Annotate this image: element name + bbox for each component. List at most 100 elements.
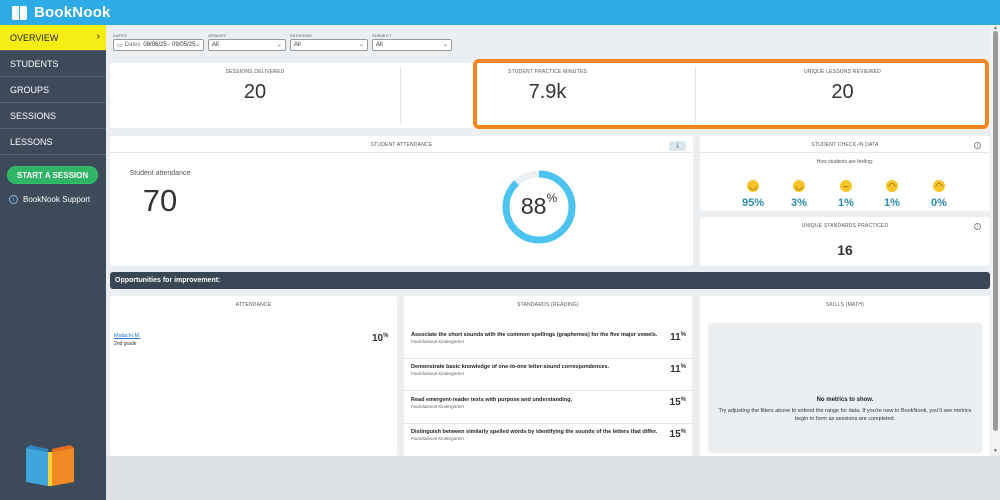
standards-opportunity-header: STANDARDS (READING) [517,302,579,308]
percent-number: 15 [669,397,681,408]
empty-message: Try adjusting the filters above to exten… [718,408,972,422]
sessions-filter: SESSIONS All ⌄ [290,33,368,51]
empty-state: No metrics to show. Try adjusting the fi… [708,323,982,453]
percent-number: 15 [669,429,681,440]
chevron-down-icon: ⌄ [276,42,282,48]
standard-title: Associate the short sounds with the comm… [411,332,658,338]
scroll-down-icon[interactable]: ▼ [992,448,999,454]
standard-subtitle: Foundational Kindergarten [411,371,465,376]
percent-number: 11 [670,364,681,375]
unique-lessons-stat: UNIQUE LESSONS REVIEWED 20 [695,63,990,104]
stat-value: 20 [243,81,267,103]
booknook-book-icon [26,445,74,486]
attendance-percent: 88% [501,191,577,220]
standard-title: Read emergent-reader texts with purpose … [411,397,573,403]
book-logo-icon [12,5,28,20]
standards-practiced-label: UNIQUE STANDARDS PRACTICED [801,223,889,229]
standard-subtitle: Foundational Kindergarten [411,404,465,409]
sidebar: OVERVIEW › STUDENTS GROUPS SESSIONS LESS… [0,25,106,500]
attendance-header: STUDENT ATTENDANCE [110,136,693,153]
practice-minutes-stat: STUDENT PRACTICE MINUTES 7.9k [400,63,695,104]
standard-row[interactable]: Demonstrate basic knowledge of one-to-on… [404,359,692,391]
student-link[interactable]: Malachi M. [114,333,141,339]
sidebar-item-label: OVERVIEW [10,32,59,43]
dates-select[interactable]: ▭ Dates 08/06/25 - 09/05/25 ⌄ [113,39,204,51]
checkin-percent: 3% [791,197,807,209]
page-footer-area [106,456,1000,500]
info-icon: i [9,195,18,204]
standard-percent: 15% [670,429,686,440]
checkin-percent: 95% [741,197,765,209]
stat-value: 20 [831,81,854,103]
scrollbar-thumb[interactable] [993,31,998,431]
scrollbar[interactable]: ▲ ▼ [991,25,1000,455]
sidebar-item-label: GROUPS [10,84,50,95]
sidebar-item-label: SESSIONS [10,110,57,121]
sidebar-item-lessons[interactable]: LESSONS [0,129,106,155]
checkin-percent: 0% [931,197,947,209]
chevron-down-icon: ⌄ [194,42,200,48]
subject-filter: SUBJECT All ⌄ [372,33,452,51]
start-session-button[interactable]: START A SESSION [7,166,98,184]
standard-percent: 11% [670,364,686,375]
standard-row[interactable]: Distinguish between similarly spelled wo… [404,424,692,456]
sessions-select[interactable]: All ⌄ [290,39,368,51]
grades-value: All [212,42,219,48]
download-button[interactable]: ⤓ [669,141,686,151]
chevron-down-icon: ⌄ [358,42,364,48]
standard-row[interactable]: Read emergent-reader texts with purpose … [404,392,692,424]
top-bar: BookNook [0,0,1000,25]
checkin-percent: 1% [838,197,854,209]
percent-sign: % [680,429,686,435]
attendance-label: Student attendance [129,170,191,177]
info-icon[interactable]: i [974,223,981,230]
attendance-opportunity-header: ATTENDANCE [235,302,272,308]
stat-value: 7.9k [528,81,567,103]
info-icon[interactable]: i [974,142,981,149]
dates-value: 08/06/25 - 09/05/25 [143,42,196,48]
support-label: BookNook Support [23,195,91,204]
grades-filter-label: GRADES [208,33,227,38]
chevron-right-icon: › [96,31,100,42]
standard-row[interactable]: Associate the short sounds with the comm… [404,327,692,359]
sidebar-item-groups[interactable]: GROUPS [0,77,106,103]
checkin-header: STUDENT CHECK-IN DATA [700,136,990,153]
standard-percent: 15% [670,397,686,408]
subject-value: All [376,42,383,48]
support-link[interactable]: i BookNook Support [9,195,106,204]
sessions-filter-label: SESSIONS [290,33,313,38]
dates-filter-label: DATES [113,33,128,38]
skills-opportunity-header: SKILLS (MATH) [825,302,865,308]
standard-subtitle: Foundational Kindergarten [411,436,465,441]
percent-number: 11 [670,332,681,343]
student-grade: 2nd grade [114,341,137,347]
percent-sign: % [680,364,686,370]
dates-filter: DATES ▭ Dates 08/06/25 - 09/05/25 ⌄ [113,33,204,51]
percent-sign: % [680,332,686,338]
percent-number: 88 [520,193,547,219]
grades-select[interactable]: All ⌄ [208,39,286,51]
calendar-icon: ▭ [117,42,123,49]
app-name[interactable]: BookNook [34,4,111,21]
dates-prefix: Dates [124,42,141,48]
standard-title: Distinguish between similarly spelled wo… [411,429,658,435]
subject-filter-label: SUBJECT [372,33,392,38]
standards-practiced-value: 16 [837,242,853,258]
sad-face-icon: ◠ [886,180,898,192]
grades-filter: GRADES All ⌄ [208,33,286,51]
sidebar-item-label: STUDENTS [10,58,59,69]
opportunities-bar: Opportunities for improvement: [110,272,990,289]
sidebar-item-sessions[interactable]: SESSIONS [0,103,106,129]
smiling-face-icon: ◡ [793,180,805,192]
sidebar-item-overview[interactable]: OVERVIEW › [0,25,106,51]
filter-bar: DATES ▭ Dates 08/06/25 - 09/05/25 ⌄ GRAD… [106,25,992,57]
percent-sign: % [680,397,686,403]
subject-select[interactable]: All ⌄ [372,39,452,51]
stat-label: SESSIONS DELIVERED [225,69,285,75]
chevron-down-icon: ⌄ [442,42,448,48]
neutral-face-icon: – [840,180,852,192]
sidebar-item-students[interactable]: STUDENTS [0,51,106,77]
checkin-percent: 1% [884,197,900,209]
download-icon: ⤓ [675,142,680,149]
checkin-question: How students are feeling: [816,159,874,165]
